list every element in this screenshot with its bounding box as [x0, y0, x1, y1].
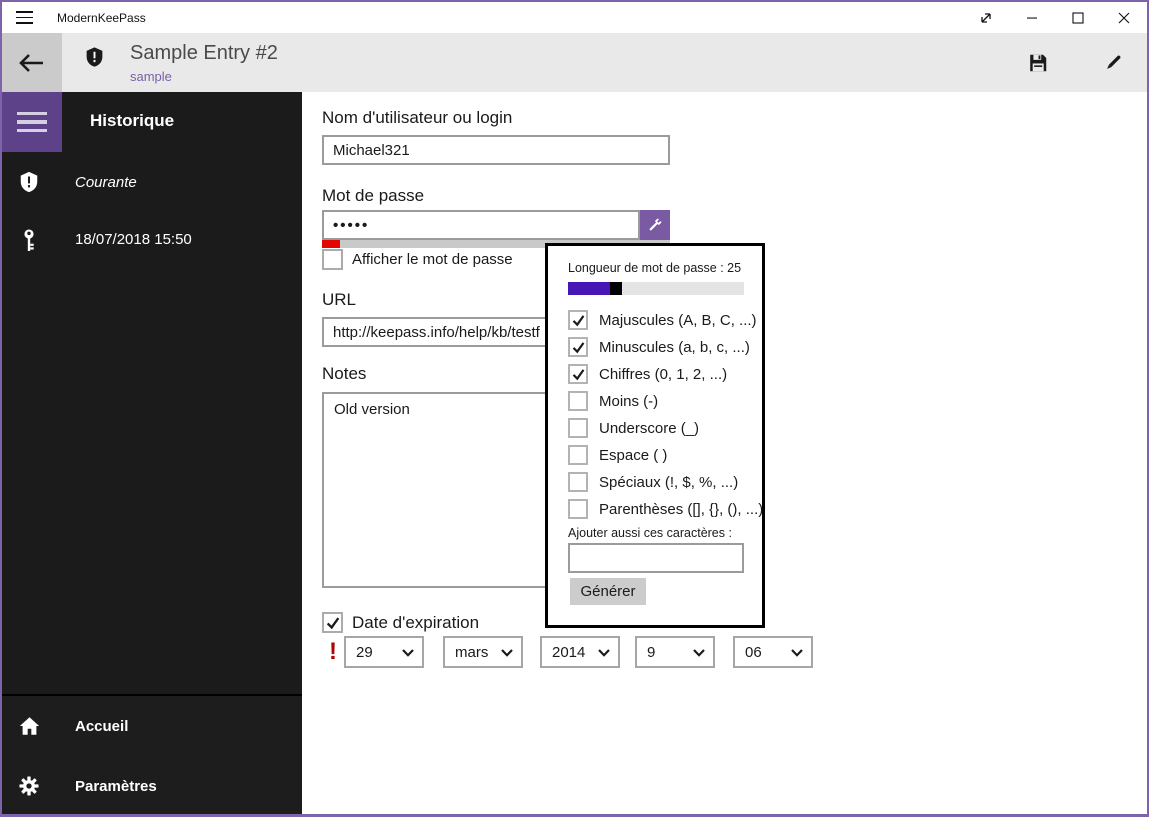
close-icon[interactable] — [1101, 2, 1147, 33]
sidebar-bottom-nav: Accueil Paramètres — [2, 694, 302, 814]
sidebar-item-label: Paramètres — [75, 777, 157, 795]
password-length-slider[interactable] — [568, 282, 744, 295]
option-brackets: Parenthèses ([], {}, (), ...) — [568, 497, 763, 521]
url-label: URL — [322, 290, 357, 309]
custom-chars-label: Ajouter aussi ces caractères : — [568, 526, 732, 540]
password-generator-popup: Longueur de mot de passe : 25 Majuscules… — [545, 243, 765, 628]
chevron-down-icon — [791, 648, 803, 657]
password-length-label: Longueur de mot de passe : 25 — [568, 261, 742, 275]
edit-button[interactable] — [1101, 51, 1125, 75]
entry-header: Sample Entry #2 sample — [2, 33, 1147, 92]
digits-checkbox[interactable] — [568, 364, 588, 384]
option-uppercase: Majuscules (A, B, C, ...) — [568, 308, 757, 332]
option-minus: Moins (-) — [568, 389, 658, 413]
show-password-label: Afficher le mot de passe — [352, 251, 513, 268]
pencil-icon — [1107, 55, 1121, 69]
expand-icon[interactable] — [963, 2, 1009, 33]
minus-checkbox[interactable] — [568, 391, 588, 411]
space-checkbox[interactable] — [568, 445, 588, 465]
select-value: 9 — [647, 643, 656, 661]
checkmark-icon — [572, 314, 584, 326]
history-item-label: Courante — [75, 173, 137, 191]
option-special: Spéciaux (!, $, %, ...) — [568, 470, 738, 494]
chevron-down-icon — [402, 648, 414, 657]
show-password-row: Afficher le mot de passe — [322, 249, 513, 270]
option-underscore: Underscore (_) — [568, 416, 699, 440]
sidebar-hamburger-icon[interactable] — [2, 92, 62, 152]
expiration-label: Date d'expiration — [352, 612, 480, 632]
expiry-month-select[interactable]: mars — [443, 636, 523, 668]
back-arrow-icon — [19, 53, 43, 72]
shield-icon — [18, 171, 40, 193]
home-icon — [18, 715, 40, 737]
option-space: Espace ( ) — [568, 443, 667, 467]
expiration-checkbox[interactable] — [322, 612, 343, 633]
chevron-down-icon — [693, 648, 705, 657]
titlebar: ModernKeePass — [2, 2, 1147, 33]
expiry-day-select[interactable]: 29 — [344, 636, 424, 668]
password-input[interactable] — [322, 210, 640, 240]
history-sidebar: Historique Courante 18/07/2018 15:50 Acc… — [2, 92, 302, 814]
username-input[interactable] — [322, 135, 670, 165]
show-password-checkbox[interactable] — [322, 249, 343, 270]
key-icon — [18, 228, 40, 251]
sidebar-item-settings[interactable]: Paramètres — [2, 756, 302, 814]
select-value: mars — [455, 643, 489, 661]
entry-form: Nom d'utilisateur ou login Mot de passe … — [302, 92, 1147, 814]
select-value: 29 — [356, 643, 373, 661]
save-icon — [1030, 54, 1047, 72]
back-button[interactable] — [2, 33, 62, 92]
checkmark-icon — [572, 341, 584, 353]
app-title: ModernKeePass — [57, 10, 146, 25]
select-value: 06 — [745, 643, 762, 661]
generate-button[interactable]: Générer — [570, 578, 646, 605]
chevron-down-icon — [598, 648, 610, 657]
shield-exclamation-icon — [84, 46, 105, 73]
password-label: Mot de passe — [322, 186, 425, 205]
checkmark-icon — [572, 368, 584, 380]
entry-title-block: Sample Entry #2 sample — [130, 39, 278, 85]
option-lowercase: Minuscules (a, b, c, ...) — [568, 335, 750, 359]
expiration-row: Date d'expiration — [322, 612, 479, 633]
expiry-hour-select[interactable]: 9 — [635, 636, 715, 668]
history-item-dated[interactable]: 18/07/2018 15:50 — [2, 214, 302, 264]
entry-title: Sample Entry #2 — [130, 42, 278, 64]
username-label: Nom d'utilisateur ou login — [322, 108, 513, 127]
generate-password-button[interactable] — [640, 210, 670, 240]
custom-chars-input[interactable] — [568, 543, 744, 573]
underscore-checkbox[interactable] — [568, 418, 588, 438]
gear-icon — [18, 775, 40, 797]
history-item-label: 18/07/2018 15:50 — [75, 230, 192, 248]
expiry-minute-select[interactable]: 06 — [733, 636, 813, 668]
sidebar-heading: Historique — [90, 111, 175, 130]
hamburger-icon[interactable] — [16, 11, 33, 24]
uppercase-checkbox[interactable] — [568, 310, 588, 330]
sidebar-item-home[interactable]: Accueil — [2, 696, 302, 756]
special-checkbox[interactable] — [568, 472, 588, 492]
select-value: 2014 — [552, 643, 586, 661]
wrench-icon — [649, 218, 662, 231]
maximize-icon[interactable] — [1055, 2, 1101, 33]
entry-group-link[interactable]: sample — [130, 69, 278, 85]
expiry-year-select[interactable]: 2014 — [540, 636, 620, 668]
sidebar-item-label: Accueil — [75, 717, 129, 735]
lowercase-checkbox[interactable] — [568, 337, 588, 357]
window-controls — [963, 2, 1147, 33]
checkmark-icon — [326, 616, 339, 629]
option-digits: Chiffres (0, 1, 2, ...) — [568, 362, 727, 386]
save-button[interactable] — [1026, 51, 1050, 75]
app-window: ModernKeePass Sample Entry #2 sample His… — [0, 0, 1149, 817]
chevron-down-icon — [501, 648, 513, 657]
history-item-current[interactable]: Courante — [2, 157, 302, 207]
expired-warning-icon: ! — [329, 638, 337, 665]
notes-label: Notes — [322, 364, 367, 383]
minimize-icon[interactable] — [1009, 2, 1055, 33]
brackets-checkbox[interactable] — [568, 499, 588, 519]
slider-thumb[interactable] — [610, 282, 622, 295]
